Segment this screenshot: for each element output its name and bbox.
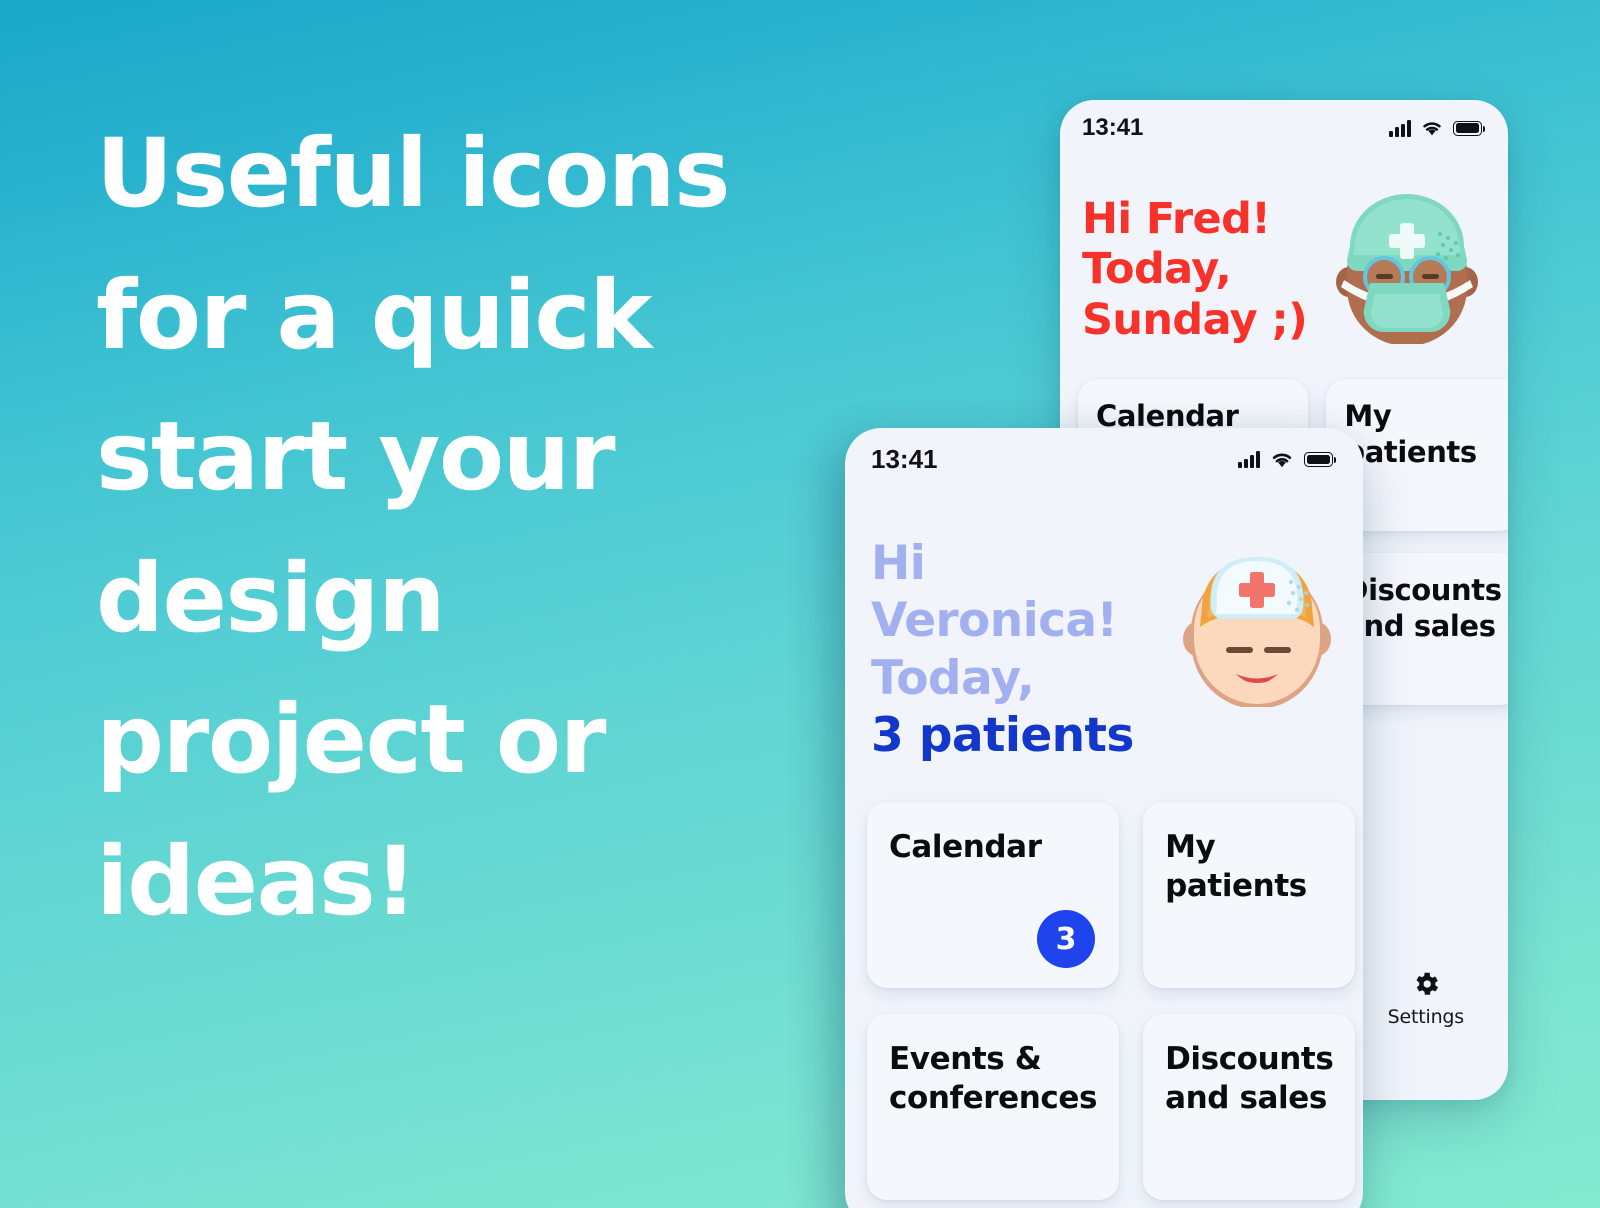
wifi-icon	[1423, 122, 1441, 136]
status-bar-time: 13:41	[1082, 114, 1144, 141]
card-label: Discounts and sales	[1165, 1041, 1334, 1116]
greeting-text: Hi Veronica! Today, 3 patients	[871, 535, 1169, 764]
card-label: Events & conferences	[889, 1041, 1098, 1116]
tab-settings-label: Settings	[1387, 1006, 1465, 1028]
status-bar-time: 13:41	[871, 444, 938, 474]
status-bar: 13:41	[1060, 100, 1508, 142]
greeting-row: Hi Fred! Today, Sunday ;)	[1060, 142, 1508, 345]
card-label: My patients	[1344, 398, 1477, 469]
card-label: Calendar	[889, 829, 1042, 866]
battery-full-icon	[1304, 452, 1337, 467]
greeting-text: Hi Fred! Today, Sunday ;)	[1082, 194, 1308, 345]
greeting-line-1: Hi Veronica!	[871, 536, 1118, 649]
card-calendar[interactable]: Calendar 3	[867, 802, 1120, 989]
greeting-row: Hi Veronica! Today, 3 patients	[845, 475, 1363, 764]
status-bar-icons	[1238, 450, 1337, 469]
status-bar-icons	[1389, 119, 1486, 137]
nurse-avatar	[1183, 557, 1331, 707]
status-bar: 13:41	[845, 428, 1363, 475]
card-my-patients[interactable]: My patients	[1143, 802, 1356, 989]
doctor-surgeon-avatar	[1336, 194, 1478, 344]
card-label: Discounts and sales	[1344, 572, 1502, 643]
tab-settings[interactable]: Settings	[1388, 969, 1464, 1028]
wifi-icon	[1272, 453, 1292, 468]
cellular-bars-icon	[1389, 119, 1411, 137]
card-events-conferences[interactable]: Events & conferences	[867, 1014, 1120, 1201]
card-grid: Calendar 3 My patients Events & conferen…	[845, 764, 1363, 1208]
greeting-line-3: 3 patients	[871, 707, 1134, 763]
calendar-badge-count: 3	[1037, 910, 1096, 969]
greeting-line-2: Today,	[871, 650, 1035, 706]
gear-icon	[1416, 972, 1438, 995]
phone-mockup-front: 13:41 Hi Veronica! Today, 3 patients Cal…	[845, 428, 1363, 1208]
promo-headline: Useful icons for a quick start your desi…	[96, 119, 731, 937]
battery-full-icon	[1453, 120, 1486, 136]
card-label: My patients	[1165, 829, 1307, 904]
card-discounts-sales[interactable]: Discounts and sales	[1143, 1014, 1356, 1201]
cellular-bars-icon	[1238, 451, 1260, 468]
promo-banner: Useful icons for a quick start your desi…	[0, 0, 1600, 1208]
